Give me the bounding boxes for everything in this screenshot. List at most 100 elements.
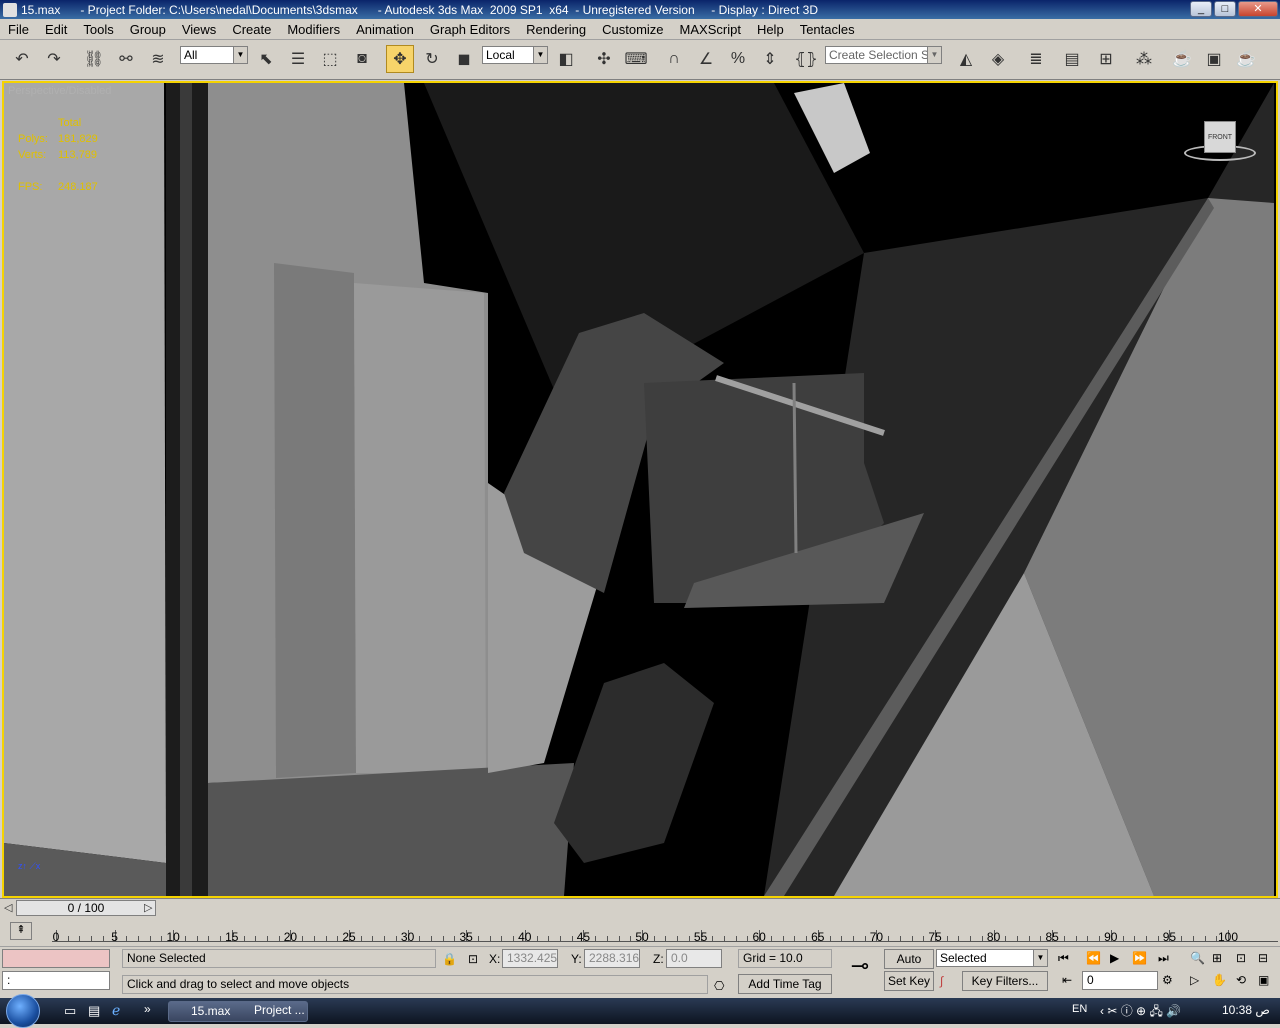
timeline-tick bbox=[571, 936, 573, 941]
viewcube[interactable]: FRONT bbox=[1204, 121, 1236, 153]
orbit-icon[interactable]: ⟲ bbox=[1236, 973, 1246, 987]
percent-snap-icon[interactable]: % bbox=[724, 45, 752, 73]
window-crossing-icon[interactable]: ◙ bbox=[348, 45, 376, 73]
maximize-viewport-icon[interactable]: ▣ bbox=[1258, 973, 1269, 987]
next-frame-icon[interactable]: ⏩ bbox=[1132, 951, 1147, 965]
redo-icon[interactable]: ↷ bbox=[40, 45, 68, 73]
curve-editor-icon[interactable]: ▤ bbox=[1058, 45, 1086, 73]
unlink-icon[interactable]: ⚯ bbox=[112, 45, 140, 73]
time-slider[interactable]: 0 / 100 bbox=[16, 900, 156, 916]
edit-named-selection-icon[interactable]: ⦃⦄ bbox=[792, 45, 820, 73]
current-frame-field[interactable]: 0 bbox=[1082, 971, 1158, 990]
time-slider-left-icon[interactable]: ◁ bbox=[4, 901, 12, 914]
selection-filter-dropdown[interactable]: All ▼ bbox=[180, 46, 248, 64]
select-move-icon[interactable]: ✥ bbox=[386, 45, 414, 73]
add-time-tag-button[interactable]: Add Time Tag bbox=[738, 974, 832, 994]
minimize-button[interactable]: _ bbox=[1190, 1, 1212, 17]
internet-explorer-icon[interactable]: ℯ bbox=[112, 1002, 120, 1019]
select-by-name-icon[interactable]: ☰ bbox=[284, 45, 312, 73]
timeline-tick bbox=[630, 936, 632, 941]
viewport-label[interactable]: Perspective/Disabled bbox=[8, 85, 111, 97]
play-icon[interactable]: ▶ bbox=[1110, 951, 1119, 965]
undo-icon[interactable]: ↶ bbox=[8, 45, 36, 73]
close-button[interactable]: ✕ bbox=[1238, 1, 1278, 17]
perspective-viewport[interactable]: Perspective/Disabled Total Polys: 181,829… bbox=[2, 81, 1278, 898]
menu-customize[interactable]: Customize bbox=[594, 22, 671, 37]
previous-frame-icon[interactable]: ⏪ bbox=[1086, 951, 1101, 965]
x-coord-field[interactable]: 1332.425 bbox=[502, 949, 558, 968]
mini-curve-editor-icon[interactable]: ⇞ bbox=[10, 922, 32, 940]
menu-views[interactable]: Views bbox=[174, 22, 224, 37]
menu-file[interactable]: File bbox=[0, 22, 37, 37]
render-setup-icon[interactable]: ☕ bbox=[1168, 45, 1196, 73]
zoom-extents-all-icon[interactable]: ⊟ bbox=[1258, 951, 1268, 965]
lock-selection-icon[interactable]: 🔒 bbox=[442, 952, 457, 966]
maxscript-mini-listener-pink[interactable] bbox=[2, 949, 110, 968]
maximize-button[interactable]: □ bbox=[1214, 1, 1236, 17]
timeline-tick-label: 90 bbox=[1104, 930, 1118, 944]
time-configuration-icon[interactable]: ⚙ bbox=[1162, 973, 1173, 987]
spinner-snap-icon[interactable]: ⇕ bbox=[756, 45, 784, 73]
start-button[interactable] bbox=[6, 994, 40, 1028]
named-selection-dropdown[interactable]: Create Selection Set ▼ bbox=[825, 46, 942, 64]
select-object-icon[interactable]: ⬉ bbox=[252, 45, 280, 73]
pan-view-icon[interactable]: ✋ bbox=[1212, 973, 1227, 987]
menu-maxscript[interactable]: MAXScript bbox=[672, 22, 749, 37]
rendered-frame-window-icon[interactable]: ▣ bbox=[1200, 45, 1228, 73]
render-production-icon[interactable]: ☕ bbox=[1232, 45, 1260, 73]
key-filters-button[interactable]: Key Filters... bbox=[962, 971, 1048, 991]
language-indicator[interactable]: EN bbox=[1072, 1003, 1087, 1015]
go-to-start-icon[interactable]: ⏮ bbox=[1058, 951, 1069, 966]
tray-icons[interactable]: ‹ ✂ ⓘ ⊕ 🖧 🔊 bbox=[1100, 1002, 1181, 1023]
menu-create[interactable]: Create bbox=[224, 22, 279, 37]
zoom-extents-icon[interactable]: ⊡ bbox=[1236, 951, 1246, 965]
menu-tools[interactable]: Tools bbox=[75, 22, 121, 37]
maxscript-mini-listener[interactable]: : bbox=[2, 971, 110, 990]
menu-help[interactable]: Help bbox=[749, 22, 792, 37]
schematic-view-icon[interactable]: ⊞ bbox=[1092, 45, 1120, 73]
zoom-icon[interactable]: 🔍 bbox=[1190, 951, 1205, 965]
field-of-view-icon[interactable]: ▷ bbox=[1190, 973, 1199, 987]
y-coord-field[interactable]: 2288.316 bbox=[584, 949, 640, 968]
material-editor-icon[interactable]: ⁂ bbox=[1130, 45, 1158, 73]
pivot-center-icon[interactable]: ◧ bbox=[552, 45, 580, 73]
angle-snap-icon[interactable]: ∠ bbox=[692, 45, 720, 73]
set-key-button[interactable]: Set Key bbox=[884, 971, 934, 991]
snaps-toggle-icon[interactable]: ∩ bbox=[660, 45, 688, 73]
time-slider-right-icon[interactable]: ▷ bbox=[144, 901, 152, 914]
taskbar-item-project[interactable]: Project ... bbox=[226, 1001, 316, 1022]
timeline-tick bbox=[1087, 936, 1089, 941]
menu-edit[interactable]: Edit bbox=[37, 22, 75, 37]
menu-graph-editors[interactable]: Graph Editors bbox=[422, 22, 518, 37]
align-icon[interactable]: ◈ bbox=[984, 45, 1012, 73]
bind-space-warp-icon[interactable]: ≋ bbox=[144, 45, 172, 73]
ref-coord-dropdown[interactable]: Local ▼ bbox=[482, 46, 548, 64]
set-keys-icon[interactable]: ⊸ bbox=[842, 953, 878, 993]
zoom-all-icon[interactable]: ⊞ bbox=[1212, 951, 1222, 965]
menu-rendering[interactable]: Rendering bbox=[518, 22, 594, 37]
menu-modifiers[interactable]: Modifiers bbox=[279, 22, 348, 37]
quick-launch-more-icon[interactable]: » bbox=[144, 1002, 151, 1016]
select-rotate-icon[interactable]: ↻ bbox=[418, 45, 446, 73]
layer-manager-icon[interactable]: ≣ bbox=[1022, 45, 1050, 73]
default-tangents-icon[interactable]: ∫ bbox=[940, 974, 943, 988]
select-link-icon[interactable]: ⛓ bbox=[80, 45, 108, 73]
clock[interactable]: 10:38 ص bbox=[1222, 1003, 1270, 1017]
switch-windows-icon[interactable]: ▤ bbox=[88, 1003, 100, 1019]
menu-group[interactable]: Group bbox=[122, 22, 174, 37]
rectangular-region-icon[interactable]: ⬚ bbox=[316, 45, 344, 73]
go-to-end-icon[interactable]: ⏭ bbox=[1158, 951, 1169, 966]
track-bar[interactable]: ⇞ 0 5 10 15 20 25 30 35 40 45 50 55 60 65 70 75 80 85 90 95… bbox=[0, 916, 1280, 946]
menu-animation[interactable]: Animation bbox=[348, 22, 422, 37]
auto-key-button[interactable]: Auto Key bbox=[884, 949, 934, 984]
key-mode-toggle-icon[interactable]: ⇤ bbox=[1062, 973, 1072, 987]
absolute-mode-icon[interactable]: ⊡ bbox=[468, 952, 478, 966]
menu-tentacles[interactable]: Tentacles bbox=[792, 22, 863, 37]
show-desktop-icon[interactable]: ▭ bbox=[64, 1003, 76, 1019]
key-mode-dropdown[interactable]: Selected ▼ bbox=[936, 949, 1048, 967]
z-coord-field[interactable]: 0.0 bbox=[666, 949, 722, 968]
select-scale-icon[interactable]: ◼ bbox=[450, 45, 478, 73]
select-manipulate-icon[interactable]: ✣ bbox=[590, 45, 618, 73]
mirror-icon[interactable]: ◭ bbox=[952, 45, 980, 73]
keyboard-shortcut-icon[interactable]: ⌨ bbox=[622, 45, 650, 73]
